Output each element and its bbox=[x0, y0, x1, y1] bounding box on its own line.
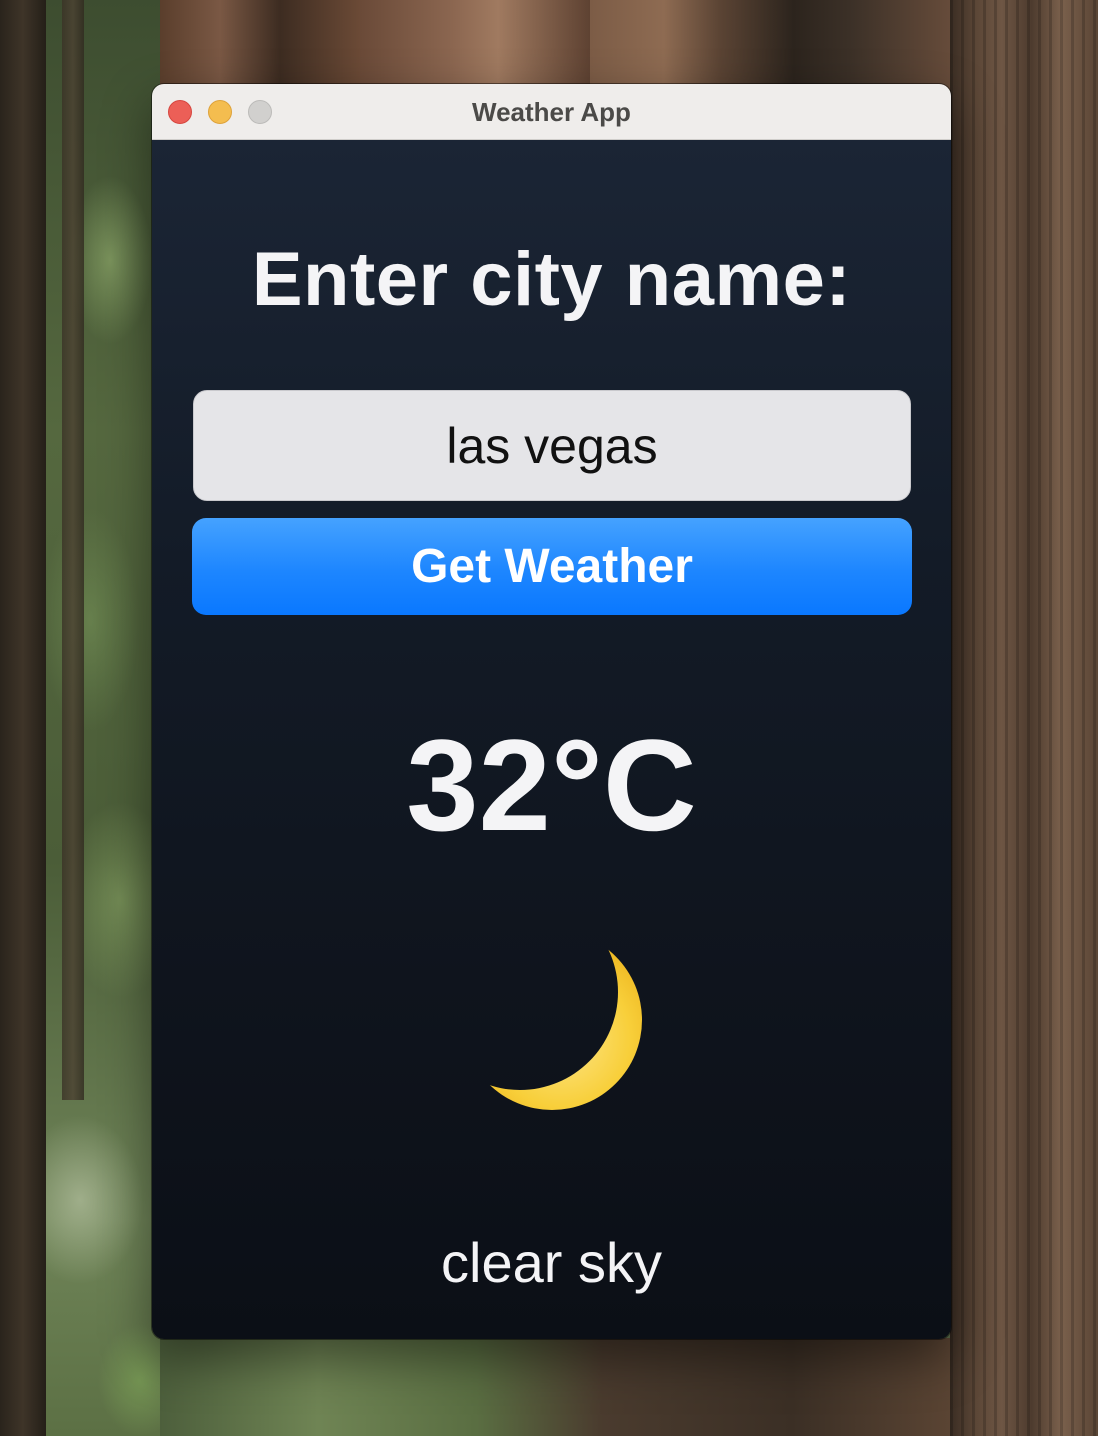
tree-trunk-top-right bbox=[590, 0, 960, 90]
forest-floor bbox=[160, 1338, 950, 1436]
tree-trunk-top-left bbox=[160, 0, 360, 90]
title-bar[interactable]: Weather App bbox=[152, 84, 951, 140]
tree-trunk-left bbox=[0, 0, 46, 1436]
city-input[interactable] bbox=[193, 390, 911, 501]
crescent-moon-icon bbox=[452, 920, 652, 1120]
city-prompt-label: Enter city name: bbox=[251, 237, 852, 322]
app-window: Weather App Enter city name: Get Weather… bbox=[152, 84, 951, 1339]
temperature-display: 32°C bbox=[406, 712, 697, 858]
get-weather-button[interactable]: Get Weather bbox=[192, 518, 912, 615]
tree-trunk-top-middle bbox=[360, 0, 590, 90]
weather-description: clear sky bbox=[441, 1231, 662, 1294]
tree-trunk-right bbox=[950, 0, 1098, 1436]
tree-trunk-left-thin bbox=[62, 0, 84, 1100]
app-content: Enter city name: Get Weather 32°C bbox=[152, 140, 951, 1339]
window-title: Weather App bbox=[472, 97, 631, 127]
